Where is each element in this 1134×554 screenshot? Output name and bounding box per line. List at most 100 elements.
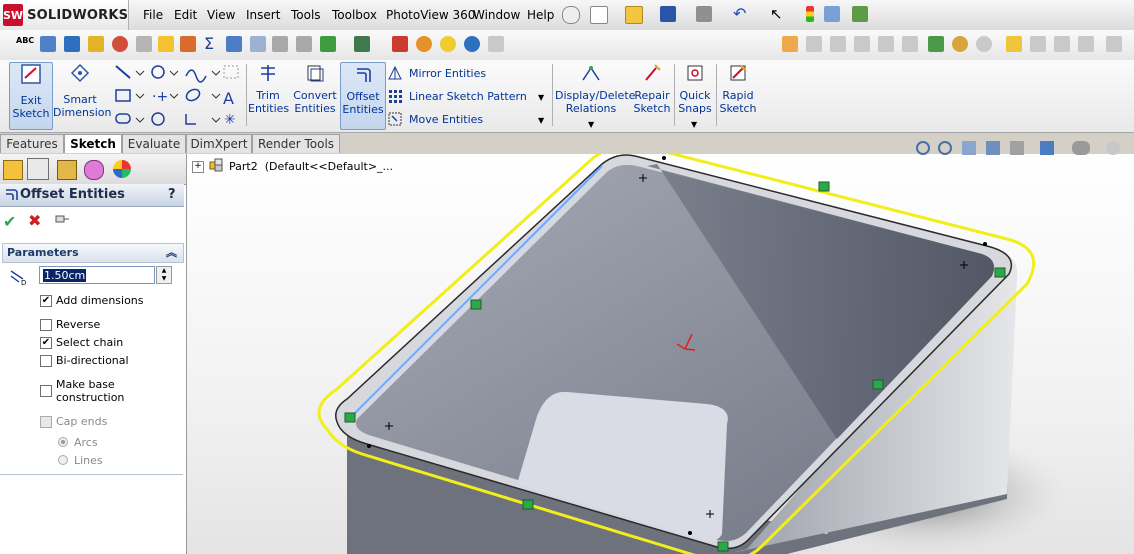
tree-expand-toggle[interactable]: + — [192, 161, 204, 173]
print-icon[interactable] — [696, 6, 712, 22]
rebuild-traffic-light-icon[interactable] — [806, 6, 814, 22]
spin-down-icon[interactable]: ▼ — [157, 275, 171, 283]
tool-icon[interactable] — [1006, 36, 1022, 52]
save-icon[interactable] — [660, 6, 676, 22]
tool-icon[interactable] — [272, 36, 288, 52]
tool-icon[interactable] — [416, 36, 432, 52]
display-manager-tab-icon[interactable] — [113, 160, 131, 178]
tool-icon[interactable] — [488, 36, 504, 52]
trim-entities-button[interactable]: Trim Entities — [248, 62, 289, 128]
ok-check-icon[interactable]: ✔ — [3, 212, 16, 231]
add-dimensions-checkbox[interactable]: ✔ — [40, 295, 52, 307]
tool-icon[interactable] — [226, 36, 242, 52]
sketch-entity-tools[interactable]: ·+ A ✳ — [112, 62, 244, 130]
solidworks-logo[interactable]: SW SOLIDWORKS — [0, 0, 129, 30]
spin-up-icon[interactable]: ▲ — [157, 267, 171, 275]
smart-dimension-button[interactable]: Smart Dimension — [53, 62, 111, 128]
chevron-down-icon[interactable]: ▼ — [538, 116, 544, 125]
tool-icon[interactable] — [1030, 36, 1046, 52]
tool-icon[interactable] — [296, 36, 312, 52]
bi-directional-checkbox[interactable] — [40, 355, 52, 367]
chevron-down-icon[interactable]: ▼ — [691, 120, 697, 129]
cancel-x-icon[interactable]: ✖ — [28, 211, 41, 230]
tool-icon[interactable] — [392, 36, 408, 52]
graphics-area[interactable] — [187, 154, 1134, 554]
dimxpert-manager-tab-icon[interactable] — [84, 160, 104, 180]
tool-icon[interactable] — [1078, 36, 1094, 52]
menu-insert[interactable]: Insert — [246, 8, 280, 22]
menu-file[interactable]: File — [143, 8, 163, 22]
tool-icon[interactable] — [464, 36, 480, 52]
mirror-entities-button[interactable]: Mirror Entities — [409, 67, 486, 80]
arcs-radio[interactable] — [58, 437, 68, 447]
distance-spinner[interactable]: ▲ ▼ — [156, 266, 172, 284]
appearance-icon[interactable] — [1106, 141, 1120, 155]
convert-entities-button[interactable]: Convert Entities — [291, 62, 339, 128]
tool-icon[interactable] — [782, 36, 798, 52]
open-folder-icon[interactable] — [625, 6, 643, 24]
tool-icon[interactable] — [854, 36, 870, 52]
keep-visible-pin-icon[interactable] — [54, 214, 70, 224]
sum-icon[interactable]: Σ — [204, 36, 220, 52]
move-entities-button[interactable]: Move Entities — [409, 113, 483, 126]
tab-dimxpert[interactable]: DimXpert — [186, 134, 252, 153]
hide-show-items-icon[interactable] — [1072, 141, 1090, 155]
chevron-down-icon[interactable]: ▼ — [538, 93, 544, 102]
select-cursor-icon[interactable]: ↖ — [770, 6, 786, 22]
zoom-to-area-icon[interactable] — [938, 141, 952, 155]
chevron-down-icon[interactable]: ▼ — [588, 120, 594, 129]
options-icon[interactable] — [852, 6, 868, 22]
offset-entities-button[interactable]: Offset Entities — [340, 62, 386, 130]
repair-sketch-button[interactable]: Repair Sketch — [632, 62, 672, 128]
spelling-icon[interactable]: ABC — [16, 36, 34, 52]
quick-snaps-button[interactable]: Quick Snaps — [676, 62, 714, 128]
lines-radio[interactable] — [58, 455, 68, 465]
make-base-construction-checkbox[interactable] — [40, 385, 52, 397]
property-manager-tab-icon[interactable] — [27, 158, 49, 180]
file-properties-icon[interactable] — [824, 6, 840, 22]
tool-icon[interactable] — [88, 36, 104, 52]
check-tool-icon[interactable] — [320, 36, 336, 52]
exit-sketch-button[interactable]: Exit Sketch — [9, 62, 53, 130]
menu-window[interactable]: Window — [473, 8, 520, 22]
tree-part-label[interactable]: Part2 (Default<<Default>_... — [229, 160, 393, 173]
parameters-section-header[interactable]: Parameters ︽ — [2, 243, 184, 263]
model-view[interactable] — [187, 154, 1134, 554]
tool-icon[interactable] — [136, 36, 152, 52]
tool-icon[interactable] — [354, 36, 370, 52]
tab-sketch[interactable]: Sketch — [64, 134, 122, 153]
new-document-icon[interactable] — [590, 6, 608, 24]
tab-evaluate[interactable]: Evaluate — [122, 134, 186, 153]
tool-icon[interactable] — [878, 36, 894, 52]
zoom-to-fit-icon[interactable] — [916, 141, 930, 155]
tool-icon[interactable] — [928, 36, 944, 52]
reverse-checkbox[interactable] — [40, 319, 52, 331]
menu-edit[interactable]: Edit — [174, 8, 197, 22]
tool-icon[interactable] — [1054, 36, 1070, 52]
tool-icon[interactable] — [180, 36, 196, 52]
feature-manager-tab-icon[interactable] — [3, 160, 23, 180]
display-style-icon[interactable] — [1040, 141, 1054, 155]
tool-icon[interactable] — [40, 36, 56, 52]
help-button[interactable]: ? — [168, 187, 176, 202]
collapse-chevron-icon[interactable]: ︽ — [166, 244, 177, 260]
linear-sketch-pattern-button[interactable]: Linear Sketch Pattern — [409, 90, 527, 103]
tool-icon[interactable] — [952, 36, 968, 52]
undo-icon[interactable]: ↶ — [733, 6, 749, 22]
tool-icon[interactable] — [250, 36, 266, 52]
offset-distance-input[interactable]: 1.50cm — [39, 266, 155, 284]
pin-icon[interactable] — [562, 6, 580, 24]
section-view-icon[interactable] — [986, 141, 1000, 155]
tool-icon[interactable] — [976, 36, 992, 52]
tab-render-tools[interactable]: Render Tools — [252, 134, 340, 153]
menu-view[interactable]: View — [207, 8, 235, 22]
select-chain-checkbox[interactable]: ✔ — [40, 337, 52, 349]
check-circle-icon[interactable] — [440, 36, 456, 52]
menu-photoview[interactable]: PhotoView 360 — [386, 8, 475, 22]
tool-icon[interactable] — [806, 36, 822, 52]
view-orientation-icon[interactable] — [1010, 141, 1024, 155]
tab-features[interactable]: Features — [0, 134, 64, 153]
tool-icon[interactable] — [902, 36, 918, 52]
gauge-icon[interactable] — [112, 36, 128, 52]
cap-ends-checkbox[interactable] — [40, 416, 52, 428]
